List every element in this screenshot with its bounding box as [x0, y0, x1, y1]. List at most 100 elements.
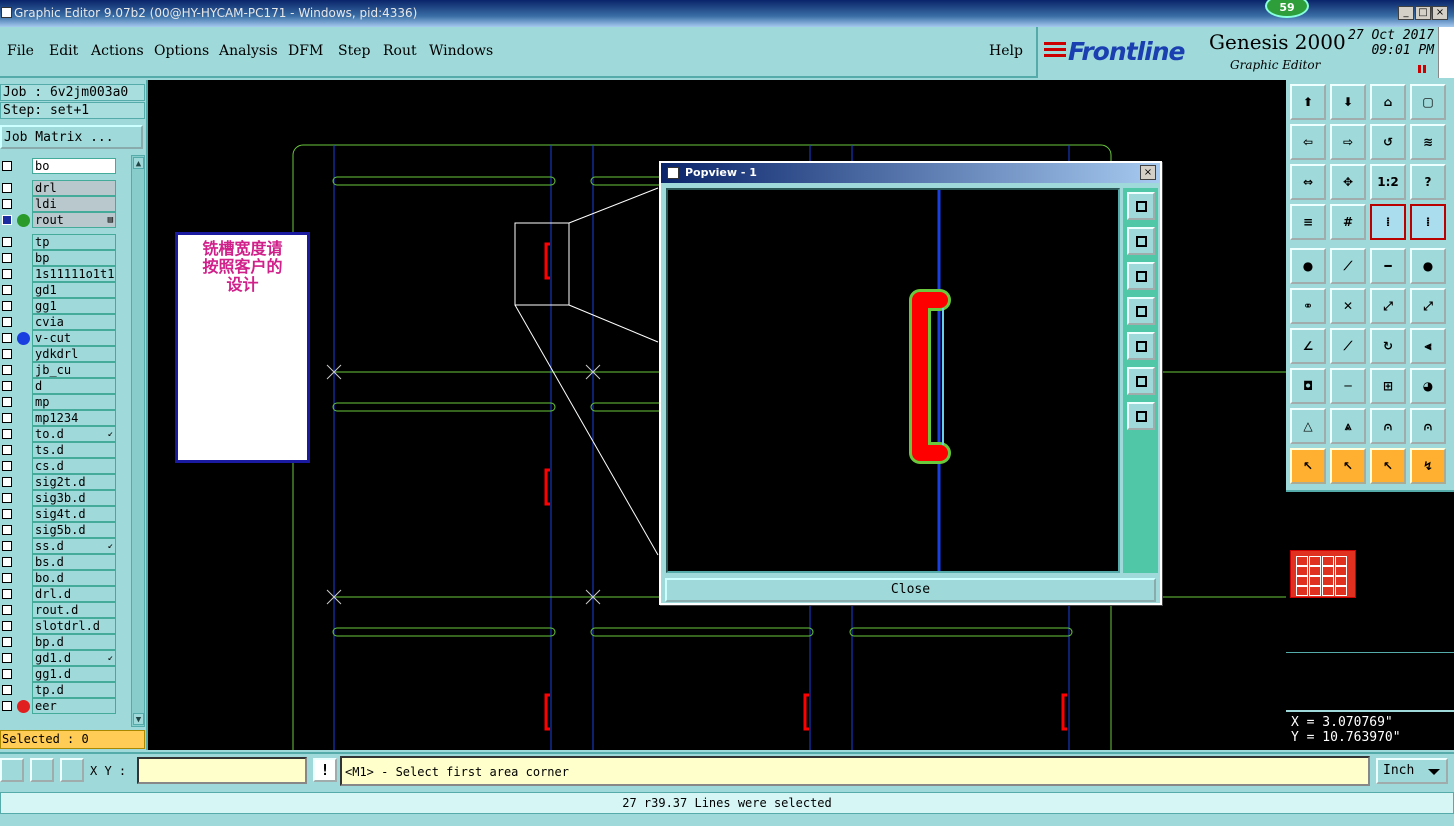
- layer-row[interactable]: ss.d ↙: [0, 538, 118, 554]
- select-red-icon[interactable]: ↖: [1330, 448, 1366, 484]
- maximize-button[interactable]: □: [1415, 6, 1431, 20]
- xy-input[interactable]: [137, 757, 307, 784]
- layer-row[interactable]: ydkdrl: [0, 346, 118, 362]
- layer-row[interactable]: ldi: [0, 196, 118, 212]
- layer-row[interactable]: tp: [0, 234, 118, 250]
- layer-row[interactable]: gd1: [0, 282, 118, 298]
- triangle-icon[interactable]: △: [1290, 408, 1326, 444]
- layer-name[interactable]: sig5b.d: [32, 522, 116, 538]
- fit-screen-icon[interactable]: ⇔: [1290, 164, 1326, 200]
- line-draw-icon[interactable]: ⟋: [1330, 248, 1366, 284]
- layer-name[interactable]: slotdrl.d: [32, 618, 116, 634]
- notification-badge[interactable]: 59: [1265, 0, 1309, 18]
- layer-name[interactable]: gg1: [32, 298, 116, 314]
- pan-down-icon[interactable]: ⬇: [1330, 84, 1366, 120]
- layer-scrollbar[interactable]: ▲ ▼: [131, 155, 145, 727]
- layer-name[interactable]: drl: [32, 180, 116, 196]
- layer-checkbox[interactable]: [2, 493, 12, 503]
- layer-row[interactable]: rout.d: [0, 602, 118, 618]
- layer-row[interactable]: sig5b.d: [0, 522, 118, 538]
- pause-icon[interactable]: [1418, 65, 1427, 73]
- layer-checkbox[interactable]: [2, 317, 12, 327]
- menu-help[interactable]: Help: [989, 43, 1023, 59]
- layer-checkbox[interactable]: [2, 381, 12, 391]
- popview-drawing[interactable]: [668, 190, 1118, 571]
- layer-checkbox[interactable]: [2, 669, 12, 679]
- layer-checkbox[interactable]: [2, 301, 12, 311]
- pan-right-icon[interactable]: ⇨: [1330, 124, 1366, 160]
- select-arrow-icon[interactable]: ↖: [1290, 448, 1326, 484]
- layer-row[interactable]: 1s11111o1t1o: [0, 266, 118, 282]
- menu-file[interactable]: File: [7, 43, 34, 59]
- menu-analysis[interactable]: Analysis: [219, 43, 278, 59]
- layer-name[interactable]: bp.d: [32, 634, 116, 650]
- layer-row[interactable]: tp.d: [0, 682, 118, 698]
- layer-name[interactable]: rout ▤: [32, 212, 116, 228]
- layer-name[interactable]: sig3b.d: [32, 490, 116, 506]
- popview-close-icon[interactable]: ×: [1140, 165, 1156, 180]
- layer-name[interactable]: drl.d: [32, 586, 116, 602]
- layer-row[interactable]: jb_cu: [0, 362, 118, 378]
- select-pad-icon[interactable]: ◘: [1290, 368, 1326, 404]
- layer-name[interactable]: tp: [32, 234, 116, 250]
- measure-icon[interactable]: [30, 758, 54, 782]
- arch-icon[interactable]: ⩀: [1370, 408, 1406, 444]
- popview-title[interactable]: Popview - 1: [661, 163, 1160, 183]
- layer-name[interactable]: ydkdrl: [32, 346, 116, 362]
- layer-name[interactable]: mp1234: [32, 410, 116, 426]
- zoom-back-icon[interactable]: ↺: [1370, 124, 1406, 160]
- angle-icon[interactable]: ∠: [1290, 328, 1326, 364]
- zoom-home-icon[interactable]: ⬆: [1290, 84, 1326, 120]
- units-select[interactable]: Inch: [1376, 758, 1448, 784]
- menu-rout[interactable]: Rout: [383, 43, 417, 59]
- bridge-icon[interactable]: ⩀: [1410, 408, 1446, 444]
- popview-tool-7-icon[interactable]: [1127, 402, 1155, 430]
- menu-edit[interactable]: Edit: [49, 43, 78, 59]
- layer-checkbox[interactable]: [2, 215, 12, 225]
- layer-checkbox[interactable]: [2, 253, 12, 263]
- rotate-select-icon[interactable]: ↖: [1370, 448, 1406, 484]
- layer-checkbox[interactable]: [2, 637, 12, 647]
- layer-row[interactable]: sig3b.d: [0, 490, 118, 506]
- layer-row[interactable]: bo: [0, 158, 118, 174]
- ratio-icon[interactable]: 1:2: [1370, 164, 1406, 200]
- layer-checkbox[interactable]: [2, 365, 12, 375]
- layer-row[interactable]: sig4t.d: [0, 506, 118, 522]
- layer-checkbox[interactable]: [2, 161, 12, 171]
- layer-checkbox[interactable]: [2, 461, 12, 471]
- layer-row[interactable]: mp1234: [0, 410, 118, 426]
- mirror-icon[interactable]: ⫷: [1410, 328, 1446, 364]
- dot-icon[interactable]: ●: [1410, 248, 1446, 284]
- layer-checkbox[interactable]: [2, 183, 12, 193]
- layer-checkbox[interactable]: [2, 333, 12, 343]
- popview-canvas[interactable]: [666, 188, 1120, 573]
- layer-row[interactable]: gg1.d: [0, 666, 118, 682]
- snap-grid-icon[interactable]: ⁞: [1410, 204, 1446, 240]
- layer-checkbox[interactable]: [2, 429, 12, 439]
- pad-add-icon[interactable]: ●: [1290, 248, 1326, 284]
- layer-name[interactable]: d: [32, 378, 116, 394]
- help-icon[interactable]: ?: [1410, 164, 1446, 200]
- overview-map[interactable]: [1286, 490, 1454, 710]
- pan-left-icon[interactable]: ⇦: [1290, 124, 1326, 160]
- layer-name[interactable]: bs.d: [32, 554, 116, 570]
- layer-checkbox[interactable]: [2, 525, 12, 535]
- popview-tool-2-icon[interactable]: [1127, 227, 1155, 255]
- layer-checkbox[interactable]: [2, 685, 12, 695]
- popview-tool-1-icon[interactable]: [1127, 192, 1155, 220]
- layer-checkbox[interactable]: [2, 541, 12, 551]
- redraw-icon[interactable]: ≋: [1410, 124, 1446, 160]
- layer-checkbox[interactable]: [2, 653, 12, 663]
- layer-checkbox[interactable]: [2, 445, 12, 455]
- job-matrix-button[interactable]: Job Matrix ...: [0, 125, 143, 149]
- layer-name[interactable]: sig2t.d: [32, 474, 116, 490]
- layer-row[interactable]: bs.d: [0, 554, 118, 570]
- shape-icon[interactable]: ◕: [1410, 368, 1446, 404]
- popview-tool-4-icon[interactable]: [1127, 297, 1155, 325]
- layer-checkbox[interactable]: [2, 199, 12, 209]
- edit-angle-icon[interactable]: ⟋: [1330, 328, 1366, 364]
- layer-row[interactable]: cs.d: [0, 458, 118, 474]
- layer-checkbox[interactable]: [2, 509, 12, 519]
- arc-icon[interactable]: ↻: [1370, 328, 1406, 364]
- layer-name[interactable]: bo.d: [32, 570, 116, 586]
